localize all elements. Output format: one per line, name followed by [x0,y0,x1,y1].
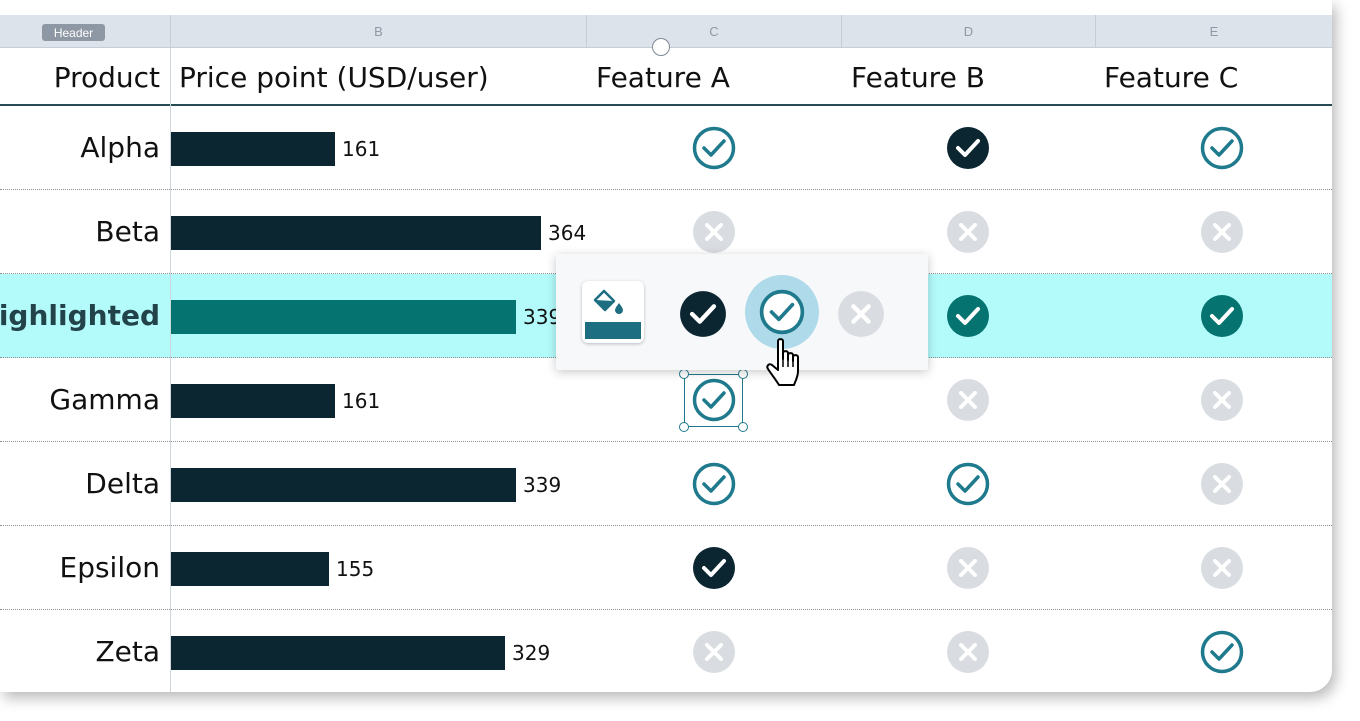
column-header-c[interactable]: C [587,15,842,48]
row-label: Epsilon [59,551,161,584]
check-solid-dark-icon[interactable] [692,546,736,590]
check-solid-dark-icon[interactable] [946,126,990,170]
x-gray-icon[interactable] [946,630,990,674]
price-bar[interactable] [171,300,516,334]
price-value-label: 364 [548,221,587,245]
selection-handle-tr[interactable] [738,369,748,379]
column-resize-handle[interactable] [652,38,670,56]
x-gray-icon[interactable] [946,210,990,254]
comparison-table-card: Header B C D E Product Price point (USD/… [0,0,1332,692]
x-gray-icon[interactable] [1200,378,1244,422]
row-label: Beta [95,215,160,248]
price-value-label: 161 [342,137,381,161]
header-price: Price point (USD/user) [179,61,489,94]
check-solid-teal-icon[interactable] [1200,294,1244,338]
x-gray-option[interactable] [837,290,885,338]
price-value-label: 339 [523,473,562,497]
hand-cursor-icon [764,337,808,389]
x-gray-icon[interactable] [946,546,990,590]
header-feature-c: Feature C [1104,61,1239,94]
header-badge: Header [42,24,105,41]
x-gray-icon[interactable] [1200,462,1244,506]
row-label: Alpha [80,131,160,164]
table-row[interactable]: Zeta 329 [0,610,1332,692]
price-value-label: 161 [342,389,381,413]
selection-handle-bl[interactable] [679,422,689,432]
table-row[interactable]: Epsilon 155 [0,526,1332,610]
icon-picker-popup [556,254,928,370]
price-bar[interactable] [171,552,329,586]
price-bar[interactable] [171,468,516,502]
price-value-label: 329 [512,641,551,665]
selected-cell-frame[interactable] [684,374,743,427]
column-header-e[interactable]: E [1096,15,1332,48]
header-product: Product [53,61,160,94]
check-outline-icon[interactable] [1200,630,1244,674]
price-bar[interactable] [171,636,505,670]
check-outline-icon[interactable] [946,462,990,506]
table-row[interactable]: Gamma 161 [0,358,1332,442]
x-gray-icon[interactable] [692,210,736,254]
check-solid-teal-icon[interactable] [946,294,990,338]
x-gray-icon[interactable] [946,378,990,422]
row-label: Delta [85,467,160,500]
paint-bucket-icon[interactable] [582,281,644,343]
selection-handle-br[interactable] [738,422,748,432]
table-row[interactable]: Alpha 161 [0,106,1332,190]
check-outline-icon[interactable] [692,462,736,506]
row-label: Gamma [49,383,160,416]
price-bar[interactable] [171,216,541,250]
column-header-d[interactable]: D [842,15,1096,48]
label-column-divider [170,48,171,692]
x-gray-icon[interactable] [692,630,736,674]
x-gray-icon[interactable] [1200,546,1244,590]
row-label: Highlighted [0,299,160,332]
header-feature-a: Feature A [596,61,730,94]
check-outline-icon[interactable] [1200,126,1244,170]
price-bar[interactable] [171,132,335,166]
x-gray-icon[interactable] [1200,210,1244,254]
selection-handle-tl[interactable] [679,369,689,379]
table-row[interactable]: Delta 339 [0,442,1332,526]
price-value-label: 155 [336,557,375,581]
row-label: Zeta [95,635,160,668]
check-solid-dark-option[interactable] [679,290,727,338]
column-header-b[interactable]: B [171,15,587,48]
header-feature-b: Feature B [851,61,985,94]
price-bar[interactable] [171,384,335,418]
check-outline-icon[interactable] [692,126,736,170]
